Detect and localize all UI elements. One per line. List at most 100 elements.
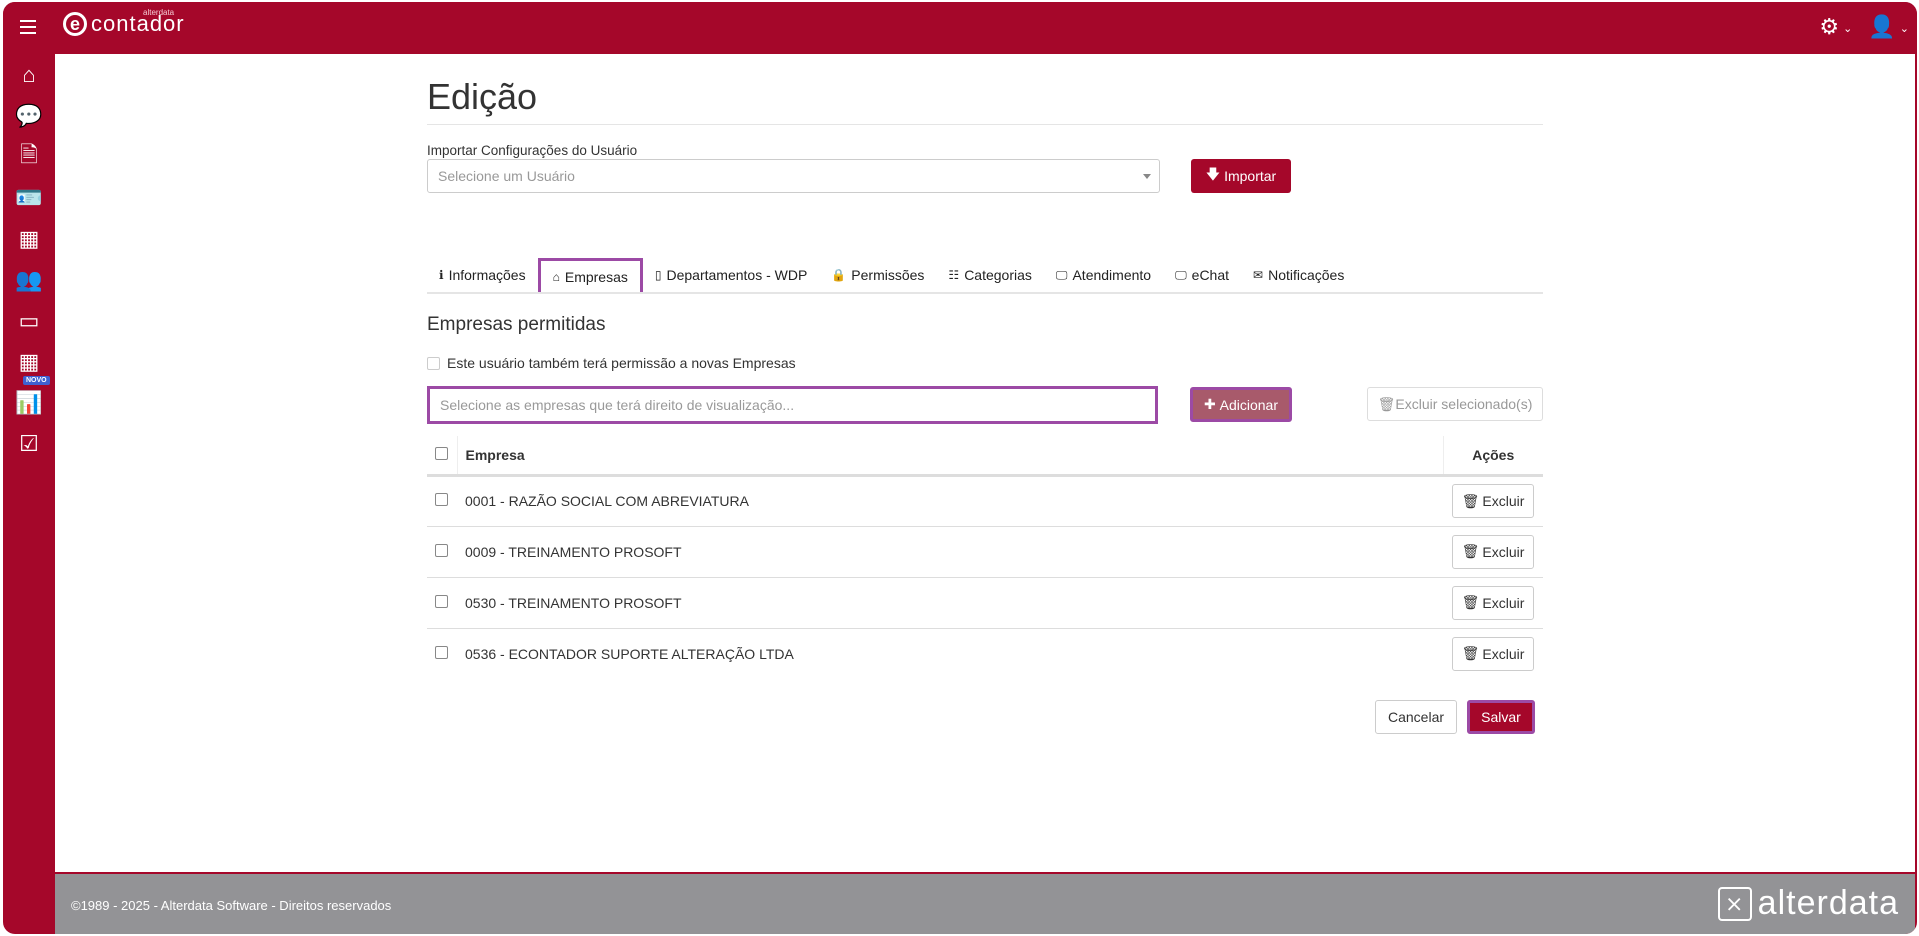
import-button[interactable]: 🡇 Importar bbox=[1191, 159, 1291, 193]
menu-icon[interactable] bbox=[20, 20, 36, 34]
settings-menu[interactable]: ⚙ ⌄ bbox=[1819, 14, 1852, 40]
copyright: ©1989 - 2025 - Alterdata Software - Dire… bbox=[71, 898, 392, 913]
delete-row-button[interactable]: 🗑 Excluir bbox=[1452, 484, 1534, 518]
company-name: 0001 - RAZÃO SOCIAL COM ABREVIATURA bbox=[457, 475, 1443, 527]
sidebar-item-bar-chart[interactable]: 📊 NOVO bbox=[3, 376, 55, 423]
cancel-button[interactable]: Cancelar bbox=[1375, 700, 1457, 734]
footer: ©1989 - 2025 - Alterdata Software - Dire… bbox=[55, 872, 1915, 934]
tab-notificações[interactable]: ✉ Notificações bbox=[1241, 258, 1356, 292]
sidebar-item-document[interactable]: 🗎 bbox=[3, 136, 55, 177]
divider bbox=[427, 124, 1543, 125]
tab-categorias[interactable]: ☷ Categorias bbox=[936, 258, 1043, 292]
row-checkbox[interactable] bbox=[435, 543, 448, 557]
row-checkbox[interactable] bbox=[435, 645, 448, 659]
trash-icon: 🗑 bbox=[1461, 492, 1480, 509]
top-header: e contador alterdata ⚙ ⌄ 👤 ⌄ bbox=[3, 2, 1917, 54]
tab-bar: ℹ Informações ⌂ Empresas ▯ Departamentos - WD… bbox=[427, 258, 1543, 294]
alterdata-logo-text: alterdata bbox=[1757, 884, 1899, 922]
import-button-label: Importar bbox=[1224, 168, 1277, 184]
add-button[interactable]: ✚ Adicionar bbox=[1190, 387, 1292, 422]
plus-icon: ✚ bbox=[1204, 396, 1220, 412]
tab-label: Departamentos - WDP bbox=[666, 267, 808, 283]
tab-label: Informações bbox=[448, 267, 526, 283]
company-name: 0009 - TREINAMENTO PROSOFT bbox=[457, 526, 1443, 578]
row-checkbox[interactable] bbox=[435, 594, 448, 608]
companies-input[interactable]: Selecione as empresas que terá direito d… bbox=[427, 386, 1158, 424]
tab-icon: 🔒 bbox=[831, 268, 847, 282]
users-icon: 👥 bbox=[15, 266, 43, 292]
home-icon: ⌂ bbox=[22, 61, 36, 87]
delete-label: Excluir bbox=[1482, 543, 1525, 560]
arrow-down-icon: 🡇 bbox=[1205, 166, 1225, 182]
delete-row-button[interactable]: 🗑 Excluir bbox=[1452, 636, 1534, 671]
tab-icon: ✉ bbox=[1253, 268, 1264, 282]
gear-icon: ⚙ bbox=[1819, 14, 1840, 39]
select-all-checkbox[interactable] bbox=[435, 446, 448, 460]
user-select-placeholder: Selecione um Usuário bbox=[438, 168, 575, 184]
column-header-empresa: Empresa bbox=[457, 436, 1443, 477]
checkbox-icon: ☑ bbox=[19, 430, 39, 456]
table-row: 0001 - RAZÃO SOCIAL COM ABREVIATURA 🗑 Exc… bbox=[427, 475, 1543, 527]
delete-selected-label: Excluir selecionado(s) bbox=[1395, 396, 1533, 412]
sidebar-item-credit-card[interactable]: ▭ bbox=[3, 300, 55, 341]
tab-permissões[interactable]: 🔒 Permissões bbox=[819, 258, 936, 292]
tab-empresas[interactable]: ⌂ Empresas bbox=[537, 258, 643, 292]
add-button-label: Adicionar bbox=[1219, 396, 1278, 413]
delete-selected-button[interactable]: 🗑 Excluir selecionado(s) bbox=[1367, 387, 1543, 421]
company-name: 0536 - ECONTADOR SUPORTE ALTERAÇÃO LTDA bbox=[465, 645, 794, 662]
contador-logo[interactable]: e contador alterdata bbox=[63, 8, 185, 36]
new-companies-checkbox[interactable] bbox=[427, 356, 440, 370]
caret-down-icon bbox=[1143, 174, 1151, 179]
sidebar-item-contact-card[interactable]: 🪪 bbox=[3, 177, 55, 218]
tab-icon: 🖵 bbox=[1055, 267, 1068, 282]
trash-icon: 🗑 bbox=[1377, 395, 1396, 412]
sidebar: ⌂ 💬 🗎 🪪 ▦ 👥 ▭ ▦ 📊 NOVO ☑ bbox=[3, 54, 55, 934]
trash-icon: 🗑 bbox=[1461, 594, 1480, 610]
tab-label: Categorias bbox=[964, 267, 1032, 283]
sidebar-item-users[interactable]: 👥 bbox=[3, 259, 55, 300]
user-select[interactable]: Selecione um Usuário bbox=[427, 159, 1160, 193]
tab-informações[interactable]: ℹ Informações bbox=[427, 258, 538, 292]
delete-label: Excluir bbox=[1482, 645, 1525, 662]
delete-label: Excluir bbox=[1482, 594, 1525, 611]
alterdata-logo-mark: ⨯ bbox=[1717, 886, 1752, 921]
calculator-icon: ▦ bbox=[18, 348, 40, 374]
alterdata-logo: ⨯ alterdata bbox=[1717, 884, 1899, 923]
logo-small: alterdata bbox=[143, 8, 175, 17]
sidebar-item-chat[interactable]: 💬 bbox=[3, 95, 55, 136]
trash-icon: 🗑 bbox=[1461, 645, 1480, 662]
row-checkbox[interactable] bbox=[435, 493, 448, 506]
delete-row-button[interactable]: 🗑 Excluir bbox=[1452, 585, 1534, 620]
tab-label: Permissões bbox=[851, 267, 925, 283]
page-title: Edição bbox=[427, 76, 538, 117]
app-window: e contador alterdata ⚙ ⌄ 👤 ⌄ ⌂ 💬 🗎 🪪 ▦ 👥 ▭ ▦ 📊 NOVO… bbox=[3, 2, 1917, 934]
delete-label: Excluir bbox=[1482, 493, 1525, 509]
save-button[interactable]: Salvar bbox=[1467, 700, 1535, 734]
table-row: 0536 - ECONTADOR SUPORTE ALTERAÇÃO LTDA … bbox=[427, 628, 1543, 679]
tab-icon: ℹ bbox=[439, 268, 444, 282]
building-icon: ▦ bbox=[18, 225, 40, 251]
credit-card-icon: ▭ bbox=[18, 307, 40, 333]
chat-icon: 💬 bbox=[15, 102, 43, 128]
sidebar-item-checkbox[interactable]: ☑ bbox=[3, 423, 55, 464]
tab-icon: ☷ bbox=[948, 268, 960, 282]
trash-icon: 🗑 bbox=[1461, 543, 1480, 559]
logo-e: e bbox=[63, 12, 87, 36]
contact-card-icon: 🪪 bbox=[15, 184, 43, 210]
table-row: 0009 - TREINAMENTO PROSOFT 🗑 Excluir bbox=[427, 526, 1543, 578]
tab-echat[interactable]: 🖵 eChat bbox=[1163, 258, 1241, 292]
sidebar-item-home[interactable]: ⌂ bbox=[3, 54, 55, 95]
delete-row-button[interactable]: 🗑 Excluir bbox=[1452, 534, 1534, 569]
tab-atendimento[interactable]: 🖵 Atendimento bbox=[1044, 258, 1163, 292]
tab-label: Empresas bbox=[564, 268, 628, 285]
chevron-down-icon: ⌄ bbox=[1843, 22, 1853, 35]
import-label: Importar Configurações do Usuário bbox=[427, 143, 638, 158]
tab-label: eChat bbox=[1191, 267, 1230, 283]
tab-label: Notificações bbox=[1268, 267, 1345, 283]
table-row: 0530 - TREINAMENTO PROSOFT 🗑 Excluir bbox=[427, 577, 1543, 629]
tab-departamentos[interactable]: ▯ Departamentos - WDP bbox=[643, 258, 819, 292]
tab-icon: ▯ bbox=[654, 268, 662, 282]
company-name: 0530 - TREINAMENTO PROSOFT bbox=[457, 577, 1443, 629]
sidebar-item-building[interactable]: ▦ bbox=[3, 218, 55, 259]
user-menu[interactable]: 👤 ⌄ bbox=[1868, 14, 1909, 40]
